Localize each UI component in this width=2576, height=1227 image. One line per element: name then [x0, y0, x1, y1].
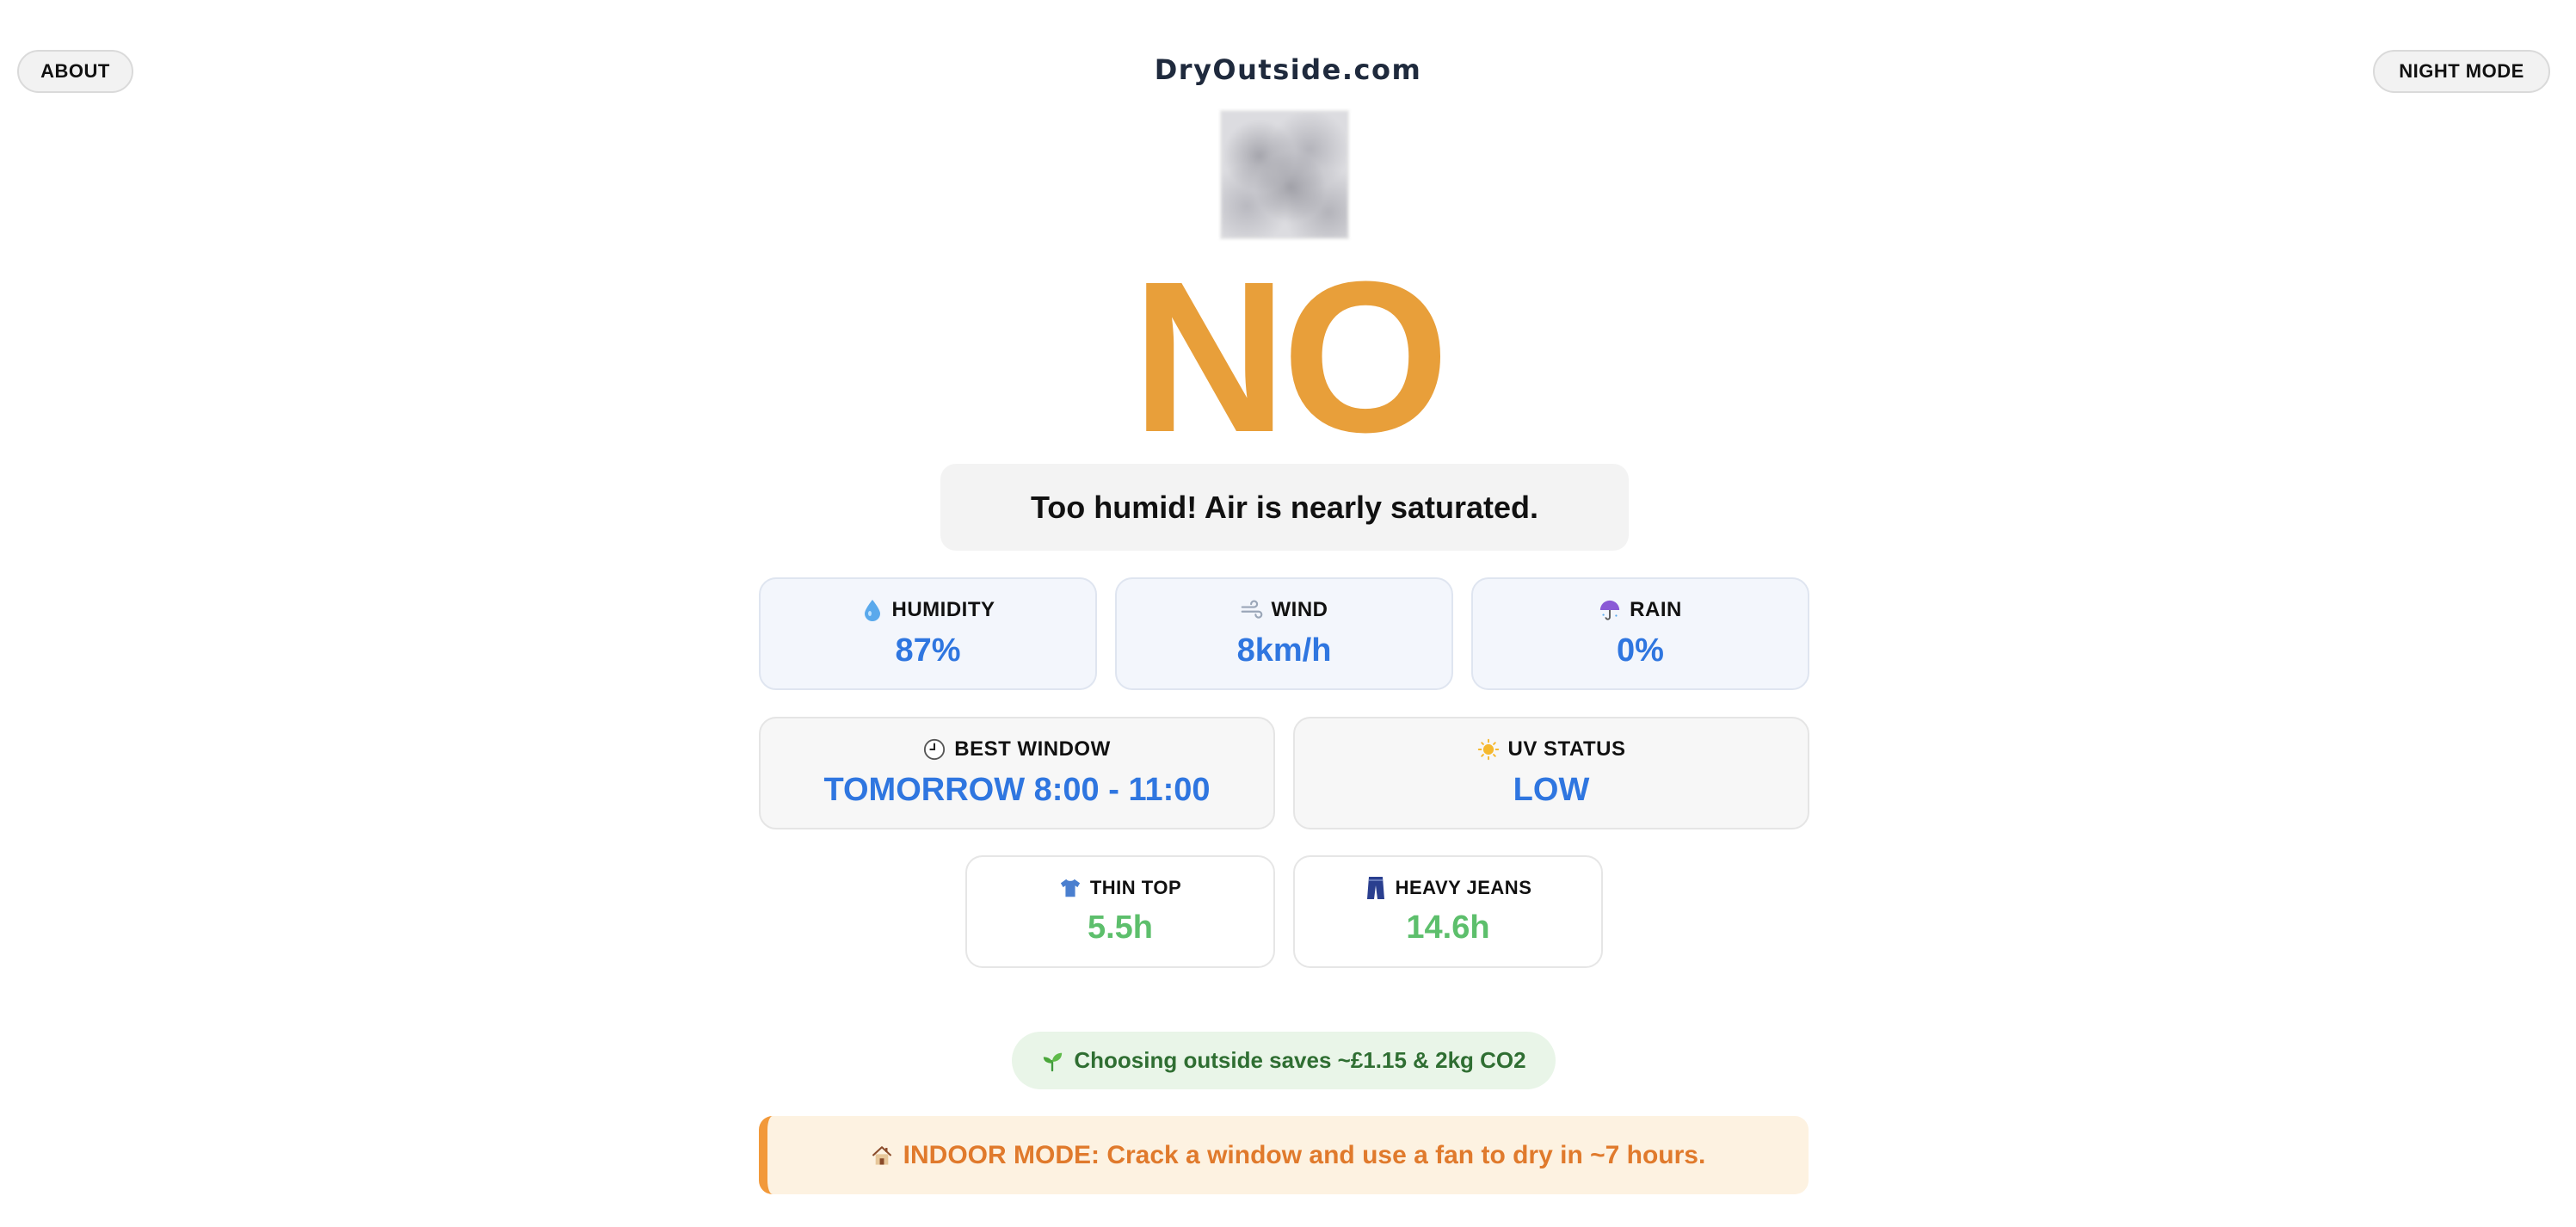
page: ABOUT DryOutside.com NIGHT MODE NO Too h…: [0, 0, 2576, 1227]
site-title: DryOutside.com: [1154, 53, 1422, 86]
rain-value: 0%: [1617, 632, 1664, 669]
humidity-value: 87%: [895, 632, 961, 669]
rain-label-row: RAIN: [1599, 598, 1682, 622]
thin-top-label: THIN TOP: [1089, 877, 1182, 898]
humidity-label-row: HUMIDITY: [861, 598, 995, 622]
seedling-icon: [1041, 1050, 1063, 1072]
cloud-weather-image: [1220, 110, 1349, 239]
tshirt-icon: [1059, 877, 1082, 899]
jeans-icon: [1365, 877, 1387, 899]
thin-top-value: 5.5h: [1087, 909, 1154, 946]
verdict-message-box: Too humid! Air is nearly saturated.: [940, 464, 1629, 551]
clock-icon: [923, 738, 946, 761]
rain-card: RAIN 0%: [1471, 577, 1809, 690]
umbrella-icon: [1599, 599, 1621, 621]
thin-top-label-row: THIN TOP: [1059, 877, 1181, 899]
eco-savings-badge: Choosing outside saves ~£1.15 & 2kg CO2: [1012, 1032, 1556, 1089]
heavy-jeans-value: 14.6h: [1406, 909, 1490, 946]
wind-label: WIND: [1271, 598, 1328, 621]
indoor-mode-banner: INDOOR MODE: Crack a window and use a fa…: [759, 1116, 1809, 1194]
wind-card: WIND 8km/h: [1115, 577, 1453, 690]
best-window-card: BEST WINDOW TOMORROW 8:00 - 11:00: [759, 717, 1275, 829]
humidity-label: HUMIDITY: [891, 598, 995, 621]
indoor-mode-text: INDOOR MODE: Crack a window and use a fa…: [903, 1140, 1706, 1169]
night-mode-button[interactable]: NIGHT MODE: [2373, 50, 2550, 93]
eco-savings-text: Choosing outside saves ~£1.15 & 2kg CO2: [1074, 1047, 1526, 1073]
house-icon: [871, 1144, 893, 1167]
uv-status-value: LOW: [1513, 772, 1590, 808]
uv-status-card: UV STATUS LOW: [1293, 717, 1809, 829]
heavy-jeans-card: HEAVY JEANS 14.6h: [1293, 855, 1603, 968]
rain-label: RAIN: [1630, 598, 1682, 621]
thin-top-card: THIN TOP 5.5h: [965, 855, 1275, 968]
best-window-label: BEST WINDOW: [954, 737, 1111, 761]
uv-status-label: UV STATUS: [1507, 737, 1626, 761]
droplet-icon: [861, 599, 884, 621]
humidity-card: HUMIDITY 87%: [759, 577, 1097, 690]
wind-value: 8km/h: [1236, 632, 1332, 669]
best-window-value: TOMORROW 8:00 - 11:00: [823, 772, 1211, 808]
best-window-label-row: BEST WINDOW: [923, 737, 1110, 761]
wind-icon: [1241, 599, 1263, 621]
verdict-answer: NO: [1131, 237, 1450, 477]
wind-label-row: WIND: [1241, 598, 1328, 622]
verdict-message: Too humid! Air is nearly saturated.: [1030, 489, 1539, 525]
uv-status-label-row: UV STATUS: [1477, 737, 1626, 761]
heavy-jeans-label: HEAVY JEANS: [1395, 877, 1532, 898]
sun-icon: [1477, 738, 1500, 761]
heavy-jeans-label-row: HEAVY JEANS: [1365, 877, 1532, 899]
